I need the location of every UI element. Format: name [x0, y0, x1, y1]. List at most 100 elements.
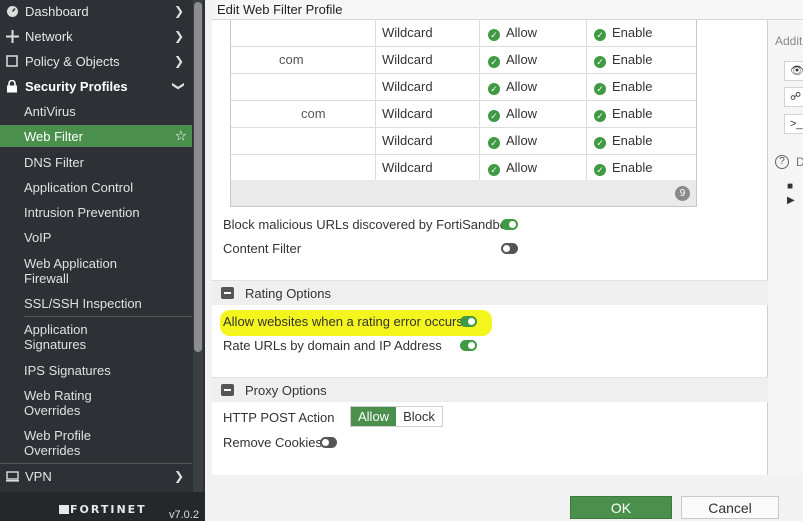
- sidebar-item-web-rating-overrides[interactable]: Web Rating Overrides: [0, 387, 192, 419]
- status-text: Enable: [612, 106, 653, 121]
- proxy-options-header[interactable]: Proxy Options: [212, 377, 768, 402]
- check-circle-icon: ✓: [594, 110, 606, 122]
- sidebar-item-application-signatures[interactable]: Application Signatures: [0, 321, 192, 353]
- sidebar-item-label: SSL/SSH Inspection: [24, 295, 142, 311]
- check-circle-icon: ✓: [488, 110, 500, 122]
- sidebar-item-voip[interactable]: VoIP: [0, 227, 192, 247]
- url-cell: com: [231, 101, 376, 127]
- ok-button[interactable]: OK: [570, 496, 672, 519]
- sidebar-item-dashboard[interactable]: Dashboard ❯: [0, 1, 192, 21]
- terminal-icon[interactable]: >_: [784, 114, 803, 134]
- sidebar-divider: [24, 316, 192, 317]
- link-icon[interactable]: ☍: [784, 87, 803, 107]
- block-malicious-label: Block malicious URLs discovered by Forti…: [223, 217, 514, 232]
- status-cell: ✓ Enable: [587, 20, 696, 46]
- video-icon[interactable]: ▶: [787, 195, 795, 206]
- policy-icon: [5, 54, 19, 68]
- table-row[interactable]: com Wildcard ✓ Allow ✓ Enable: [231, 47, 696, 74]
- sidebar-nav: Dashboard ❯ Network ❯ Policy & Objects ❯…: [0, 0, 192, 492]
- status-text: Enable: [612, 160, 653, 175]
- content-filter-toggle[interactable]: [501, 243, 518, 254]
- sidebar-item-application-control[interactable]: Application Control: [0, 177, 192, 197]
- check-circle-icon: ✓: [488, 56, 500, 68]
- http-post-allow-option[interactable]: Allow: [351, 407, 397, 426]
- status-text: Enable: [612, 25, 653, 40]
- sidebar-item-ssl-ssh-inspection[interactable]: SSL/SSH Inspection: [0, 293, 192, 313]
- action-text: Allow: [506, 79, 538, 94]
- star-icon[interactable]: ☆: [174, 128, 187, 144]
- rate-by-domain-toggle[interactable]: [460, 340, 477, 351]
- check-circle-icon: ✓: [594, 29, 606, 41]
- sidebar-item-security-profiles[interactable]: Security Profiles ❯: [0, 76, 192, 96]
- table-row[interactable]: Wildcard ✓ Allow ✓ Enable: [231, 155, 696, 182]
- sidebar-item-intrusion-prevention[interactable]: Intrusion Prevention: [0, 202, 192, 222]
- url-filter-table: Wildcard ✓ Allow ✓ Enable com Wildcard ✓ Al…: [230, 20, 697, 207]
- sidebar-item-vpn[interactable]: VPN ❯: [0, 466, 192, 486]
- action-cell: ✓ Allow: [480, 128, 587, 154]
- sidebar-item-label: IPS Signatures: [24, 362, 111, 378]
- url-cell: [231, 20, 376, 46]
- brand-name: FORTINET: [70, 503, 147, 516]
- table-row[interactable]: Wildcard ✓ Allow ✓ Enable: [231, 74, 696, 101]
- status-text: Enable: [612, 79, 653, 94]
- remove-cookies-toggle[interactable]: [320, 437, 337, 448]
- sidebar-item-label: Policy & Objects: [25, 53, 120, 69]
- check-circle-icon: ✓: [594, 83, 606, 95]
- sidebar-item-label: Web Rating Overrides: [24, 388, 92, 418]
- chevron-right-icon: ❯: [173, 469, 184, 483]
- book-icon[interactable]: ■: [787, 181, 793, 192]
- sidebar-item-policy-objects[interactable]: Policy & Objects ❯: [0, 51, 192, 71]
- http-post-block-option[interactable]: Block: [396, 407, 442, 426]
- scrollbar-thumb[interactable]: [194, 2, 202, 352]
- sidebar-item-ips-signatures[interactable]: IPS Signatures: [0, 360, 192, 380]
- type-cell: Wildcard: [376, 101, 480, 127]
- chevron-right-icon: ❯: [173, 29, 184, 43]
- sidebar-item-web-filter[interactable]: Web Filter ☆: [0, 125, 192, 147]
- sidebar-item-network[interactable]: Network ❯: [0, 26, 192, 46]
- chevron-right-icon: ❯: [173, 4, 184, 18]
- check-circle-icon: ✓: [594, 56, 606, 68]
- version-label: v7.0.2: [169, 509, 199, 521]
- url-cell: [231, 128, 376, 154]
- sidebar-scrollbar[interactable]: [193, 0, 203, 492]
- collapse-icon[interactable]: [221, 384, 234, 396]
- sidebar-item-label: Dashboard: [25, 3, 89, 19]
- table-row[interactable]: com Wildcard ✓ Allow ✓ Enable: [231, 101, 696, 128]
- lock-icon: [5, 79, 19, 93]
- cancel-button[interactable]: Cancel: [681, 496, 779, 519]
- sidebar-divider: [0, 463, 192, 464]
- sidebar-item-antivirus[interactable]: AntiVirus: [0, 101, 192, 121]
- type-cell: Wildcard: [376, 20, 480, 46]
- action-cell: ✓ Allow: [480, 74, 587, 100]
- action-text: Allow: [506, 25, 538, 40]
- vpn-icon: [5, 469, 19, 483]
- help-icon[interactable]: ?: [775, 155, 789, 169]
- eye-icon[interactable]: 👁: [784, 61, 803, 81]
- table-footer: 9: [231, 180, 696, 206]
- status-text: Enable: [612, 52, 653, 67]
- status-text: Enable: [612, 133, 653, 148]
- status-cell: ✓ Enable: [587, 47, 696, 73]
- type-cell: Wildcard: [376, 155, 480, 181]
- dialog-content: Wildcard ✓ Allow ✓ Enable com Wildcard ✓ Al…: [212, 20, 768, 475]
- sidebar-item-web-profile-overrides[interactable]: Web Profile Overrides: [0, 427, 192, 459]
- http-post-action-label: HTTP POST Action: [223, 410, 335, 425]
- rating-options-header[interactable]: Rating Options: [212, 280, 768, 305]
- sidebar-item-dns-filter[interactable]: DNS Filter: [0, 152, 192, 172]
- action-cell: ✓ Allow: [480, 47, 587, 73]
- url-cell: [231, 74, 376, 100]
- fortinet-logo: FORTINET: [59, 503, 147, 516]
- remove-cookies-label: Remove Cookies: [223, 435, 322, 450]
- sidebar-item-web-application-firewall[interactable]: Web Application Firewall: [0, 255, 192, 287]
- dashboard-icon: [5, 4, 19, 18]
- table-row[interactable]: Wildcard ✓ Allow ✓ Enable: [231, 20, 696, 47]
- block-malicious-toggle[interactable]: [501, 219, 518, 230]
- section-title: Rating Options: [245, 286, 331, 301]
- action-cell: ✓ Allow: [480, 101, 587, 127]
- collapse-icon[interactable]: [221, 287, 234, 299]
- table-row[interactable]: Wildcard ✓ Allow ✓ Enable: [231, 128, 696, 155]
- action-text: Allow: [506, 133, 538, 148]
- sidebar-item-label: Application Control: [24, 179, 134, 195]
- url-cell: [231, 155, 376, 181]
- allow-on-rating-error-toggle[interactable]: [460, 316, 477, 327]
